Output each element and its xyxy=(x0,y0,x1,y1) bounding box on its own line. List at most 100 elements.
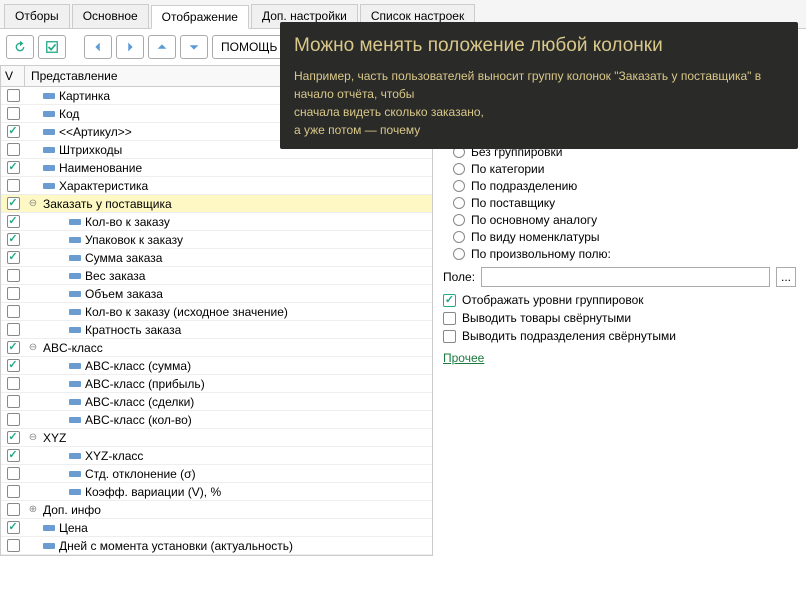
row-checkbox[interactable] xyxy=(7,305,20,318)
tab-2[interactable]: Отображение xyxy=(151,5,249,29)
radio-option[interactable]: По произвольному полю: xyxy=(453,247,796,261)
row-checkbox[interactable] xyxy=(7,395,20,408)
down-button[interactable] xyxy=(180,35,208,59)
radio-label: По произвольному полю: xyxy=(471,247,611,261)
row-label: Характеристика xyxy=(59,179,148,193)
grid-row[interactable]: Кратность заказа xyxy=(1,321,432,339)
grid-row[interactable]: ABC-класс (сумма) xyxy=(1,357,432,375)
refresh-button[interactable] xyxy=(6,35,34,59)
row-label: <<Артикул>> xyxy=(59,125,132,139)
radio-option[interactable]: По виду номенклатуры xyxy=(453,230,796,244)
row-checkbox[interactable] xyxy=(7,179,20,192)
row-checkbox[interactable] xyxy=(7,431,20,444)
row-label: Картинка xyxy=(59,89,110,103)
grid-row[interactable]: ⊕Доп. инфо xyxy=(1,501,432,519)
radio-option[interactable]: По поставщику xyxy=(453,196,796,210)
row-checkbox[interactable] xyxy=(7,161,20,174)
field-icon xyxy=(69,273,81,279)
grid-row[interactable]: ABC-класс (прибыль) xyxy=(1,375,432,393)
row-checkbox[interactable] xyxy=(7,233,20,246)
field-icon xyxy=(69,471,81,477)
grid-row[interactable]: ABC-класс (кол-во) xyxy=(1,411,432,429)
up-button[interactable] xyxy=(148,35,176,59)
row-checkbox[interactable] xyxy=(7,467,20,480)
grid-row[interactable]: Кол-во к заказу xyxy=(1,213,432,231)
row-label: Заказать у поставщика xyxy=(43,197,172,211)
checkall-button[interactable] xyxy=(38,35,66,59)
row-checkbox[interactable] xyxy=(7,485,20,498)
row-checkbox[interactable] xyxy=(7,125,20,138)
row-checkbox[interactable] xyxy=(7,539,20,552)
grid-row[interactable]: Кол-во к заказу (исходное значение) xyxy=(1,303,432,321)
other-section[interactable]: Прочее xyxy=(443,351,796,365)
radio-icon xyxy=(453,180,465,192)
row-checkbox[interactable] xyxy=(7,521,20,534)
field-icon xyxy=(69,363,81,369)
grid-row[interactable]: Стд. отклонение (σ) xyxy=(1,465,432,483)
row-checkbox[interactable] xyxy=(7,197,20,210)
row-checkbox[interactable] xyxy=(7,89,20,102)
expand-icon[interactable]: ⊕ xyxy=(27,504,39,516)
right-button[interactable] xyxy=(116,35,144,59)
grid-row[interactable]: ⊖ Заказать у поставщика xyxy=(1,195,432,213)
row-checkbox[interactable] xyxy=(7,107,20,120)
grid-row[interactable]: Дней с момента установки (актуальность) xyxy=(1,537,432,555)
field-input[interactable] xyxy=(481,267,770,287)
row-label: Объем заказа xyxy=(85,287,163,301)
tab-0[interactable]: Отборы xyxy=(4,4,70,28)
expand-icon[interactable]: ⊖ xyxy=(27,432,39,444)
tab-1[interactable]: Основное xyxy=(72,4,149,28)
grid-row[interactable]: Вес заказа xyxy=(1,267,432,285)
row-checkbox[interactable] xyxy=(7,377,20,390)
grid-row[interactable]: Объем заказа xyxy=(1,285,432,303)
radio-option[interactable]: По основному аналогу xyxy=(453,213,796,227)
grid-row[interactable]: ABC-класс (сделки) xyxy=(1,393,432,411)
checkbox-icon xyxy=(443,330,456,343)
grid-row[interactable]: Коэфф. вариации (V), % xyxy=(1,483,432,501)
grid-row[interactable]: Цена xyxy=(1,519,432,537)
radio-icon xyxy=(453,214,465,226)
grid-row[interactable]: Сумма заказа xyxy=(1,249,432,267)
field-label: Поле: xyxy=(443,270,475,284)
expand-icon[interactable]: ⊖ xyxy=(27,198,39,210)
radio-icon xyxy=(453,197,465,209)
row-checkbox[interactable] xyxy=(7,251,20,264)
left-button[interactable] xyxy=(84,35,112,59)
radio-option[interactable]: По подразделению xyxy=(453,179,796,193)
row-checkbox[interactable] xyxy=(7,503,20,516)
check-option[interactable]: Выводить подразделения свёрнутыми xyxy=(443,329,796,343)
check-option[interactable]: Выводить товары свёрнутыми xyxy=(443,311,796,325)
field-icon xyxy=(69,237,81,243)
row-label: Упаковок к заказу xyxy=(85,233,183,247)
row-checkbox[interactable] xyxy=(7,341,20,354)
field-dots-button[interactable]: ... xyxy=(776,267,796,287)
check-option[interactable]: Отображать уровни группировок xyxy=(443,293,796,307)
row-checkbox[interactable] xyxy=(7,323,20,336)
grid-row[interactable]: Характеристика xyxy=(1,177,432,195)
checkbox-icon xyxy=(443,294,456,307)
row-checkbox[interactable] xyxy=(7,269,20,282)
col-header-v: V xyxy=(1,66,25,86)
radio-option[interactable]: По категории xyxy=(453,162,796,176)
row-label: ABC-класс (кол-во) xyxy=(85,413,192,427)
field-icon xyxy=(43,93,55,99)
row-checkbox[interactable] xyxy=(7,143,20,156)
grid-row[interactable]: ⊖ABC-класс xyxy=(1,339,432,357)
grid-row[interactable]: Упаковок к заказу xyxy=(1,231,432,249)
field-icon xyxy=(43,147,55,153)
row-checkbox[interactable] xyxy=(7,287,20,300)
expand-icon[interactable]: ⊖ xyxy=(27,342,39,354)
row-label: Код xyxy=(59,107,79,121)
checkbox-icon xyxy=(443,312,456,325)
row-checkbox[interactable] xyxy=(7,359,20,372)
grid-row[interactable]: XYZ-класс xyxy=(1,447,432,465)
row-label: XYZ xyxy=(43,431,66,445)
radio-label: По категории xyxy=(471,162,544,176)
row-checkbox[interactable] xyxy=(7,449,20,462)
grid-row[interactable]: ⊖ XYZ xyxy=(1,429,432,447)
grid-row[interactable]: Наименование xyxy=(1,159,432,177)
radio-label: По поставщику xyxy=(471,196,555,210)
row-label: Штрихкоды xyxy=(59,143,122,157)
row-checkbox[interactable] xyxy=(7,413,20,426)
row-checkbox[interactable] xyxy=(7,215,20,228)
